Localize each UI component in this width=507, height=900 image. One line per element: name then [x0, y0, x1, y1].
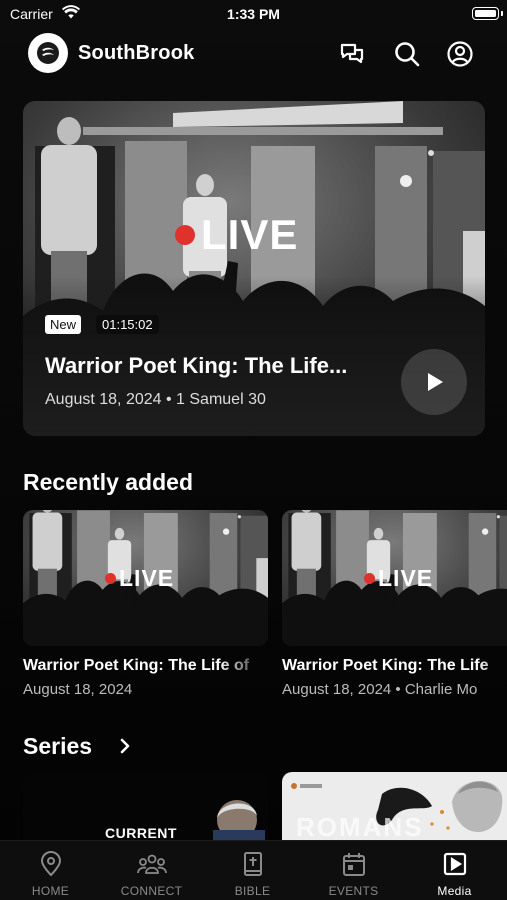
play-button[interactable]: [401, 349, 467, 415]
calendar-icon: [343, 853, 365, 876]
recent-video-meta: August 18, 2024 • Charlie Mo: [282, 681, 478, 698]
profile-icon[interactable]: [445, 39, 475, 69]
series-current-label: CURRENT: [105, 825, 177, 840]
live-label: LIVE: [119, 565, 175, 591]
recently-added-heading: Recently added: [23, 469, 193, 495]
status-time: 1:33 PM: [227, 6, 280, 22]
featured-title[interactable]: Warrior Poet King: The Life...: [45, 353, 347, 379]
series-heading[interactable]: Series: [23, 733, 92, 760]
brand-logo[interactable]: [28, 33, 68, 73]
logo-mark-icon: [37, 42, 59, 64]
bible-icon: [244, 852, 262, 876]
tab-home[interactable]: HOME: [0, 841, 101, 900]
tab-label: HOME: [31, 884, 70, 898]
recent-video-meta: August 18, 2024: [23, 681, 133, 698]
tab-label: EVENTS: [328, 884, 379, 898]
tab-label: CONNECT: [120, 884, 183, 898]
recent-video-title: Warrior Poet King: The Life of: [23, 657, 250, 674]
recent-video-card[interactable]: LIVE Warrior Poet King: The Life of Augu…: [23, 510, 268, 698]
live-label: LIVE: [378, 565, 434, 591]
series-romans-label: ROMANS: [296, 812, 424, 840]
tab-bar: HOME CONNECT BIBLE EVENTS Media: [0, 840, 507, 900]
chat-icon[interactable]: [337, 39, 367, 69]
recent-video-thumbnail: LIVE: [23, 510, 268, 646]
brand-name: SouthBrook: [78, 42, 195, 64]
live-label: LIVE: [201, 211, 299, 258]
new-badge: New: [45, 315, 82, 334]
recent-video-card[interactable]: LIVE Warrior Poet King: The Life August …: [282, 510, 507, 698]
featured-video-card[interactable]: LIVE New 01:15:02 Warrior Poet King: The…: [23, 101, 485, 436]
play-square-icon: [443, 852, 467, 876]
recent-video-thumbnail: LIVE: [282, 510, 507, 646]
live-badge: LIVE: [175, 211, 298, 259]
tab-events[interactable]: EVENTS: [303, 841, 404, 900]
duration-badge: 01:15:02: [96, 315, 159, 334]
play-icon: [428, 373, 443, 391]
tab-bible[interactable]: BIBLE: [202, 841, 303, 900]
tab-connect[interactable]: CONNECT: [101, 841, 202, 900]
people-icon: [137, 854, 167, 874]
search-icon[interactable]: [392, 39, 422, 69]
series-card[interactable]: CURRENT: [23, 772, 268, 840]
location-pin-icon: [40, 851, 62, 877]
live-badge: LIVE: [364, 565, 433, 592]
featured-meta: August 18, 2024 • 1 Samuel 30: [45, 391, 266, 408]
app-header: SouthBrook: [0, 28, 507, 78]
recent-video-title: Warrior Poet King: The Life: [282, 657, 489, 674]
live-badge: LIVE: [105, 565, 174, 592]
chevron-right-icon[interactable]: [118, 737, 132, 760]
tab-label: Media: [437, 884, 472, 898]
media-feed[interactable]: LIVE New 01:15:02 Warrior Poet King: The…: [0, 78, 507, 840]
battery-icon: [472, 7, 503, 20]
series-card[interactable]: ROMANS: [282, 772, 507, 840]
tab-media[interactable]: Media: [404, 841, 505, 900]
tab-label: BIBLE: [234, 884, 271, 898]
status-bar: Carrier 1:33 PM: [0, 0, 507, 28]
